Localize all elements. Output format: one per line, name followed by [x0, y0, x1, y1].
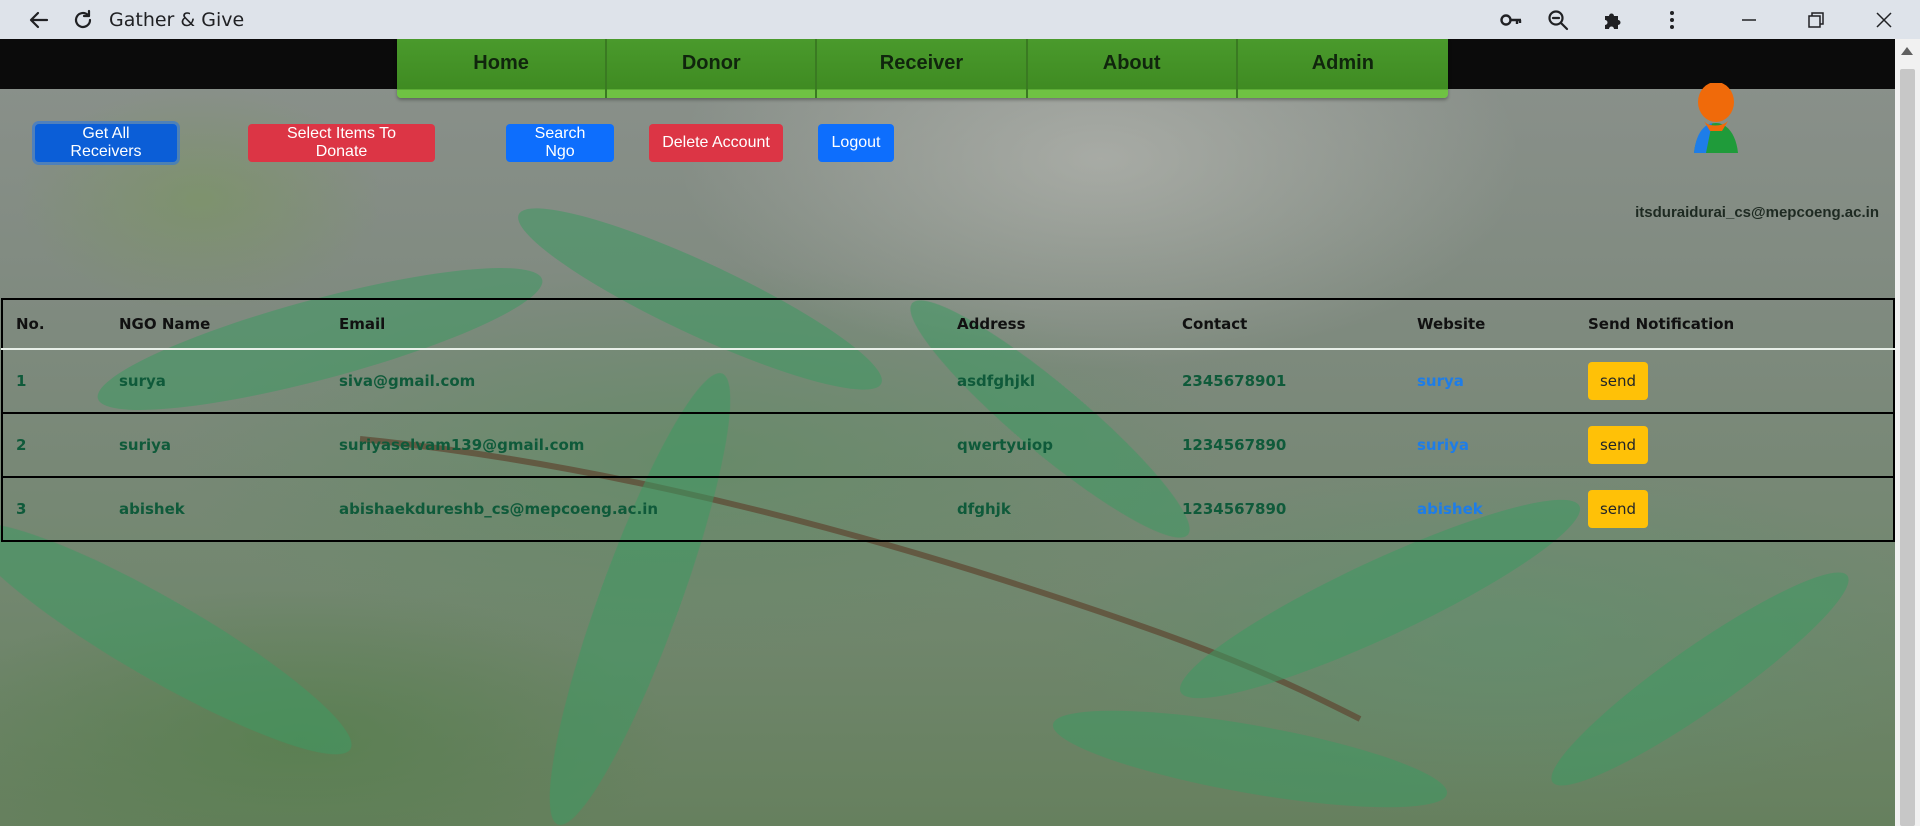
header-no: No. [2, 299, 106, 350]
header-ngo-name: NGO Name [106, 299, 326, 350]
cell-website-link[interactable]: surya [1404, 348, 1575, 413]
cell-email: suriyaselvam139@gmail.com [326, 412, 944, 477]
cell-ngo-name: abishek [106, 476, 326, 541]
send-button[interactable]: send [1588, 362, 1648, 400]
main-nav: Home Donor Receiver About Admin [397, 39, 1448, 98]
cell-no: 2 [2, 412, 106, 477]
cell-ngo-name: surya [106, 348, 326, 413]
nav-admin[interactable]: Admin [1238, 39, 1448, 98]
cell-website-link[interactable]: abishek [1404, 476, 1575, 541]
get-all-receivers-button[interactable]: Get All Receivers [35, 124, 177, 162]
table-header-row: No. NGO Name Email Address Contact Websi… [2, 299, 1894, 350]
browser-titlebar: Gather & Give [0, 0, 1920, 39]
cell-ngo-name: suriya [106, 412, 326, 477]
cell-send: send [1575, 476, 1894, 541]
user-email: itsduraidurai_cs@mepcoeng.ac.in [1635, 204, 1879, 221]
cell-contact: 2345678901 [1169, 348, 1404, 413]
cell-address: asdfghjkl [944, 348, 1169, 413]
page-title: Gather & Give [109, 9, 245, 31]
more-icon[interactable] [1655, 0, 1689, 39]
close-icon[interactable] [1867, 0, 1901, 39]
header-email: Email [326, 299, 944, 350]
cell-website-link[interactable]: suriya [1404, 412, 1575, 477]
table-row: 3 abishek abishaekdureshb_cs@mepcoeng.ac… [2, 476, 1894, 541]
extensions-icon[interactable] [1596, 0, 1630, 39]
back-icon[interactable] [22, 0, 56, 39]
cell-send: send [1575, 348, 1894, 413]
scroll-up-arrow-icon[interactable] [1901, 47, 1913, 55]
cell-email: abishaekdureshb_cs@mepcoeng.ac.in [326, 476, 944, 541]
ngo-table: No. NGO Name Email Address Contact Websi… [1, 298, 1895, 542]
delete-account-button[interactable]: Delete Account [649, 124, 783, 162]
restore-icon[interactable] [1799, 0, 1833, 39]
header-website: Website [1404, 299, 1575, 350]
avatar[interactable] [1692, 83, 1740, 155]
logout-button[interactable]: Logout [818, 124, 894, 162]
send-button[interactable]: send [1588, 426, 1648, 464]
page-content: Home Donor Receiver About Admin Get All … [0, 39, 1895, 826]
zoom-out-icon[interactable] [1541, 0, 1575, 39]
search-ngo-button[interactable]: Search Ngo [506, 124, 614, 162]
cell-no: 3 [2, 476, 106, 541]
cell-send: send [1575, 412, 1894, 477]
scroll-thumb[interactable] [1900, 69, 1915, 826]
table-row: 1 surya siva@gmail.com asdfghjkl 2345678… [2, 348, 1894, 413]
table-row: 2 suriya suriyaselvam139@gmail.com qwert… [2, 412, 1894, 477]
nav-donor[interactable]: Donor [607, 39, 818, 98]
nav-about[interactable]: About [1028, 39, 1238, 98]
select-items-button[interactable]: Select Items To Donate [248, 124, 435, 162]
reload-icon[interactable] [66, 0, 100, 39]
send-button[interactable]: send [1588, 490, 1648, 528]
cell-email: siva@gmail.com [326, 348, 944, 413]
cell-address: dfghjk [944, 476, 1169, 541]
nav-home[interactable]: Home [397, 39, 608, 98]
minimize-icon[interactable] [1732, 0, 1766, 39]
cell-no: 1 [2, 348, 106, 413]
header-send-notification: Send Notification [1575, 299, 1894, 350]
key-icon[interactable] [1494, 0, 1528, 39]
cell-contact: 1234567890 [1169, 412, 1404, 477]
nav-receiver[interactable]: Receiver [817, 39, 1028, 98]
vertical-scrollbar[interactable] [1895, 39, 1920, 826]
cell-address: qwertyuiop [944, 412, 1169, 477]
cell-contact: 1234567890 [1169, 476, 1404, 541]
header-address: Address [944, 299, 1169, 350]
header-contact: Contact [1169, 299, 1404, 350]
